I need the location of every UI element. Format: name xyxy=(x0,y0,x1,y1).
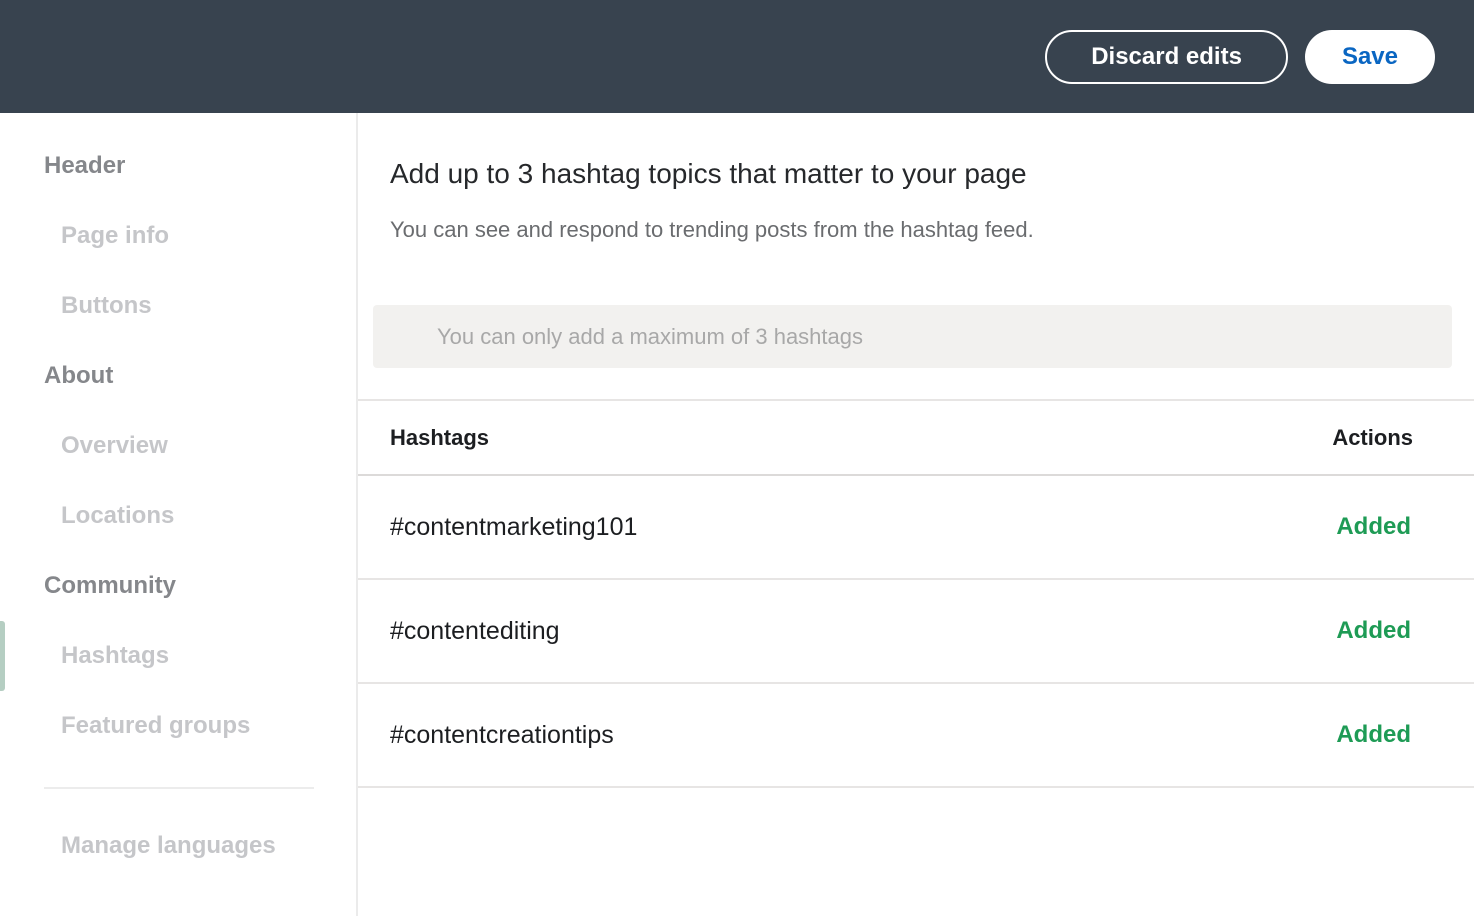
sidebar-item-overview[interactable]: Overview xyxy=(0,411,356,481)
status-badge: Added xyxy=(1336,513,1411,541)
page-body: Header Page info Buttons About Overview … xyxy=(0,113,1474,916)
sidebar-item-featured-groups[interactable]: Featured groups xyxy=(0,691,356,761)
sidebar-item-header[interactable]: Header xyxy=(0,131,356,201)
sidebar-divider xyxy=(44,787,314,789)
hashtag-name: #contentmarketing101 xyxy=(390,513,637,542)
page-title: Add up to 3 hashtag topics that matter t… xyxy=(390,157,1474,191)
hashtags-table-header: Hashtags Actions xyxy=(358,401,1474,476)
column-header-actions: Actions xyxy=(1332,425,1413,451)
sidebar: Header Page info Buttons About Overview … xyxy=(0,113,358,916)
sidebar-item-buttons[interactable]: Buttons xyxy=(0,271,356,341)
hashtag-name: #contentediting xyxy=(390,617,560,646)
sidebar-nav: Header Page info Buttons About Overview … xyxy=(0,131,356,761)
sidebar-item-community[interactable]: Community xyxy=(0,551,356,621)
status-badge: Added xyxy=(1336,617,1411,645)
sidebar-item-hashtags[interactable]: Hashtags xyxy=(0,621,356,691)
column-header-hashtags: Hashtags xyxy=(390,425,489,451)
table-row: #contentmarketing101 Added xyxy=(358,476,1474,580)
sidebar-item-page-info[interactable]: Page info xyxy=(0,201,356,271)
topbar: Discard edits Save xyxy=(0,0,1474,113)
page-subtitle: You can see and respond to trending post… xyxy=(390,217,1474,243)
hashtag-name: #contentcreationtips xyxy=(390,721,614,750)
save-button[interactable]: Save xyxy=(1305,30,1435,84)
table-row: #contentediting Added xyxy=(358,580,1474,684)
table-row: #contentcreationtips Added xyxy=(358,684,1474,788)
status-badge: Added xyxy=(1336,721,1411,749)
sidebar-item-manage-languages[interactable]: Manage languages xyxy=(0,811,356,881)
discard-edits-button[interactable]: Discard edits xyxy=(1045,30,1288,84)
hashtags-panel: Add up to 3 hashtag topics that matter t… xyxy=(358,113,1474,916)
sidebar-item-about[interactable]: About xyxy=(0,341,356,411)
sidebar-item-locations[interactable]: Locations xyxy=(0,481,356,551)
hashtag-input[interactable] xyxy=(373,305,1452,368)
